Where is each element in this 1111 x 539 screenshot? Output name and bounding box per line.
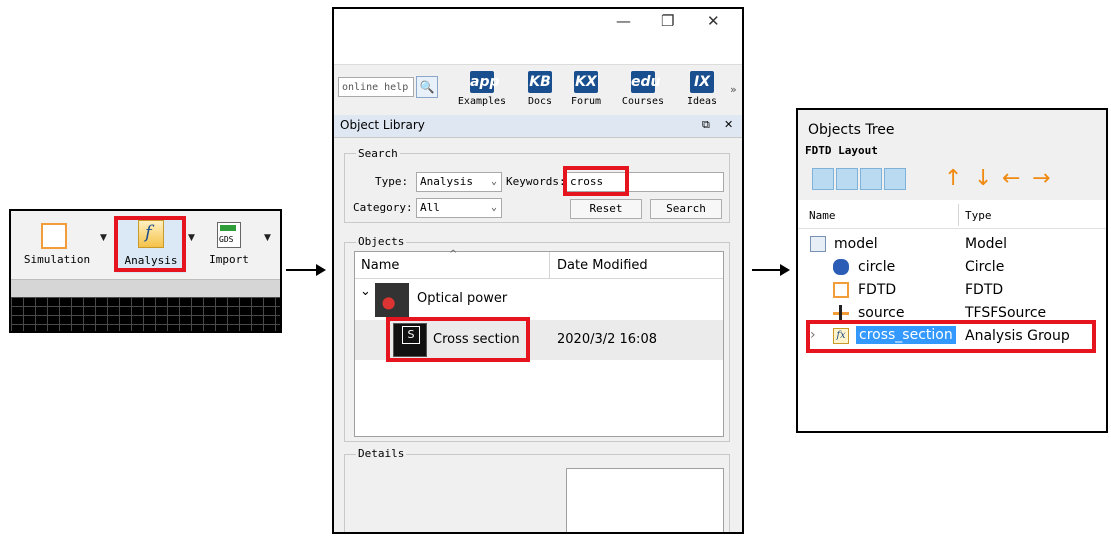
tree-row-fdtd[interactable]: FDTD FDTD — [798, 280, 1106, 302]
column-date-modified[interactable]: Date Modified — [557, 258, 648, 273]
import-label: Import — [209, 253, 249, 266]
restore-icon[interactable]: ❐ — [661, 12, 674, 30]
minimize-icon[interactable]: — — [616, 12, 631, 30]
examples-label[interactable]: Examples — [452, 96, 512, 107]
ribbon-panel: Simulation ▼ f Analysis ▼ GDS Import ▼ — [9, 209, 282, 333]
simulation-dropdown-icon[interactable]: ▼ — [100, 233, 107, 243]
analysis-dropdown-icon[interactable]: ▼ — [188, 233, 195, 243]
header-divider — [549, 252, 550, 278]
flow-arrow-icon — [752, 264, 790, 276]
chevron-down-icon: ⌄ — [490, 176, 497, 187]
tree-row-cross-section[interactable]: › fx cross_section Analysis Group — [798, 326, 1106, 348]
import-button[interactable]: GDS Import — [199, 219, 263, 277]
move-right-icon[interactable]: → — [1032, 168, 1050, 190]
object-library-title: Object Library — [340, 118, 425, 132]
toolbar-overflow-icon[interactable]: » — [730, 83, 737, 96]
analysis-label: Analysis — [124, 254, 178, 267]
help-toolbar: online help 🔍 app Examples KB Docs KX Fo… — [334, 64, 742, 117]
type-label: Type: — [375, 175, 409, 188]
simulation-button[interactable]: Simulation — [15, 219, 103, 277]
objects-tree-subtitle: FDTD Layout — [805, 144, 878, 157]
objects-tree-header: Objects Tree FDTD Layout ↑ ↓ ← → — [798, 110, 1106, 200]
details-preview — [566, 468, 724, 532]
move-down-icon[interactable]: ↓ — [974, 168, 992, 190]
ribbon-divider-strip — [11, 279, 280, 298]
import-dropdown-icon[interactable]: ▼ — [264, 233, 271, 243]
add-monitor-icon[interactable] — [860, 168, 882, 190]
forum-icon[interactable]: KX — [574, 71, 598, 93]
keywords-label: Keywords: — [506, 175, 566, 188]
float-panel-icon[interactable]: ⧉ — [702, 118, 710, 132]
keywords-input[interactable]: cross — [566, 172, 724, 192]
objects-tree-panel: Objects Tree FDTD Layout ↑ ↓ ← → Name Ty… — [796, 108, 1108, 433]
objects-list[interactable]: Name ^ Date Modified ⌄ Optical power S C… — [354, 249, 724, 437]
item-label: Cross section — [433, 332, 520, 347]
move-left-icon[interactable]: ← — [1002, 168, 1020, 190]
search-icon[interactable]: 🔍 — [416, 76, 438, 98]
ideas-icon[interactable]: IX — [690, 71, 714, 93]
layout-grid-view[interactable] — [11, 297, 280, 331]
column-divider — [958, 204, 959, 226]
item-date: 2020/3/2 16:08 — [557, 332, 657, 347]
analysis-button[interactable]: f Analysis — [116, 217, 186, 273]
add-structure-icon[interactable] — [812, 168, 834, 190]
object-library-titlebar: Object Library ⧉ ✕ — [334, 115, 742, 138]
forum-label[interactable]: Forum — [556, 96, 616, 107]
add-mesh-icon[interactable] — [836, 168, 858, 190]
flow-arrow-icon — [286, 264, 326, 276]
chevron-down-icon: ⌄ — [490, 202, 497, 213]
move-up-icon[interactable]: ↑ — [944, 168, 962, 190]
category-label: Category: — [353, 201, 413, 214]
list-item[interactable]: S Cross section 2020/3/2 16:08 — [355, 320, 723, 360]
examples-icon[interactable]: app — [470, 71, 500, 93]
online-help-input[interactable]: online help — [338, 77, 414, 97]
model-icon — [810, 236, 826, 252]
type-select[interactable]: Analysis ⌄ — [416, 172, 502, 192]
add-source-icon[interactable] — [884, 168, 906, 190]
objects-group-label: Objects — [356, 235, 407, 248]
objects-tree-title: Objects Tree — [808, 122, 895, 138]
folder-row[interactable]: ⌄ Optical power — [355, 280, 723, 320]
column-name[interactable]: Name — [809, 209, 836, 222]
folder-label: Optical power — [417, 291, 508, 306]
category-select[interactable]: All ⌄ — [416, 198, 502, 218]
expand-icon[interactable]: ⌄ — [360, 284, 371, 299]
courses-label[interactable]: Courses — [613, 96, 673, 107]
cylinder-icon — [833, 259, 849, 275]
simulation-label: Simulation — [23, 253, 91, 266]
source-icon — [833, 305, 849, 321]
fdtd-region-icon — [833, 282, 849, 298]
simulation-square-icon — [41, 223, 67, 249]
search-group-label: Search — [356, 147, 400, 160]
sort-indicator-icon: ^ — [449, 249, 458, 260]
search-button[interactable]: Search — [650, 199, 722, 219]
ideas-label[interactable]: Ideas — [672, 96, 732, 107]
column-type[interactable]: Type — [965, 209, 992, 222]
courses-icon[interactable]: edu — [631, 71, 660, 93]
expand-icon[interactable]: › — [810, 327, 816, 343]
selected-name: cross_section — [856, 326, 956, 344]
details-group-label: Details — [356, 447, 407, 460]
object-library-body: Search Type: Analysis ⌄ Keywords: cross C… — [334, 138, 742, 532]
column-name[interactable]: Name — [361, 258, 399, 273]
tree-columns: Name Type — [798, 202, 1106, 229]
reset-button[interactable]: Reset — [570, 199, 642, 219]
tree-row-circle[interactable]: circle Circle — [798, 257, 1106, 279]
tree-row-model[interactable]: model Model — [798, 234, 1106, 256]
close-icon[interactable]: ✕ — [707, 12, 720, 30]
gds-import-icon: GDS — [217, 222, 241, 248]
cross-section-icon: S — [393, 323, 427, 357]
analysis-function-icon: f — [138, 220, 164, 248]
close-panel-icon[interactable]: ✕ — [724, 118, 733, 131]
analysis-fx-icon: fx — [833, 328, 849, 344]
docs-icon[interactable]: KB — [528, 71, 552, 93]
object-library-window: — ❐ ✕ online help 🔍 app Examples KB Docs… — [332, 7, 744, 534]
tree-row-source[interactable]: source TFSFSource — [798, 303, 1106, 325]
objects-header: Name ^ Date Modified — [355, 249, 723, 279]
optical-power-icon — [375, 283, 409, 317]
